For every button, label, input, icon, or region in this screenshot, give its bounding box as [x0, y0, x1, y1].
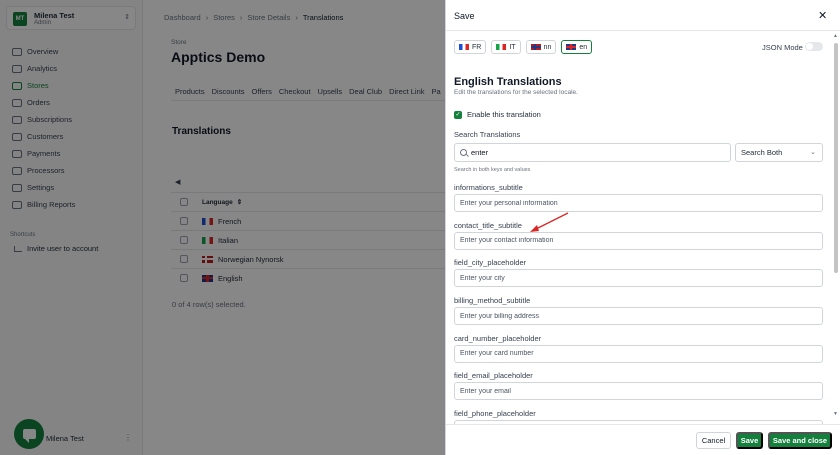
field-value-input[interactable]	[454, 231, 823, 250]
section-subheading: Edit the translations for the selected l…	[454, 89, 578, 96]
locale-label: IT	[509, 43, 516, 51]
enable-translation-checkbox[interactable]: ✓	[454, 110, 462, 119]
field-value-input[interactable]	[454, 269, 823, 288]
translation-field: billing_method_subtitle	[454, 296, 823, 334]
field-key-label: field_city_placeholder	[454, 258, 527, 268]
locale-label: nn	[543, 43, 552, 51]
save-button[interactable]: Save	[736, 432, 763, 449]
locale-fr-button[interactable]: FR	[454, 40, 487, 54]
flag-norway-icon	[530, 44, 541, 50]
field-key-label: informations_subtitle	[454, 183, 523, 192]
enable-translation-row: ✓ Enable this translation	[454, 110, 541, 119]
translation-field: informations_subtitle	[454, 183, 823, 221]
chevron-down-icon: ⌄	[810, 149, 816, 156]
close-icon[interactable]: ✕	[818, 9, 827, 22]
flag-france-icon	[459, 44, 469, 50]
translation-fields: informations_subtitle contact_title_subt…	[454, 183, 823, 424]
locale-label: FR	[472, 43, 482, 51]
field-key-label: billing_method_subtitle	[454, 296, 531, 306]
search-hint: Search in both keys and values	[454, 167, 531, 173]
search-box	[454, 143, 731, 162]
locale-switcher: FR IT nn en	[454, 40, 593, 54]
translation-field: card_number_placeholder	[454, 334, 823, 372]
translation-field: contact_title_subtitle	[454, 221, 823, 259]
section-heading: English Translations	[454, 76, 562, 88]
search-scope-select[interactable]: Search Both ⌄	[735, 143, 823, 162]
translation-field: field_phone_placeholder	[454, 409, 823, 424]
dialog-scroll-area[interactable]: FR IT nn en JSON Mode English Translatio…	[446, 31, 832, 424]
dialog-title: Save	[454, 11, 475, 21]
translation-field: field_email_placeholder	[454, 371, 823, 409]
locale-en-button[interactable]: en	[561, 40, 593, 54]
scroll-down-icon[interactable]: ▼	[833, 411, 838, 417]
scrollbar-thumb[interactable]	[834, 43, 838, 273]
dialog-footer: Cancel Save Save and close	[446, 424, 840, 455]
json-mode-toggle[interactable]	[805, 42, 823, 51]
flag-italy-icon	[496, 44, 507, 50]
dialog-scrollbar[interactable]: ▲ ▼	[833, 31, 839, 424]
field-key-label: field_email_placeholder	[454, 371, 533, 381]
locale-it-button[interactable]: IT	[491, 40, 521, 54]
json-mode-label: JSON Mode	[762, 43, 803, 52]
locale-nn-button[interactable]: nn	[525, 40, 557, 54]
field-value-input[interactable]	[454, 344, 823, 363]
search-icon	[460, 149, 467, 156]
field-key-label: contact_title_subtitle	[454, 220, 522, 230]
field-value-input[interactable]	[454, 194, 823, 212]
translations-dialog: Save ✕ FR IT nn en JSON Mode English Tra…	[445, 0, 840, 455]
search-label: Search Translations	[454, 130, 521, 139]
field-value-input[interactable]	[454, 382, 823, 401]
field-value-input[interactable]	[454, 307, 823, 326]
save-and-close-button[interactable]: Save and close	[768, 432, 832, 449]
search-scope-value: Search Both	[741, 148, 783, 157]
flag-uk-icon	[566, 44, 577, 50]
field-key-label: field_phone_placeholder	[454, 409, 536, 419]
locale-label: en	[579, 43, 588, 51]
translation-field: field_city_placeholder	[454, 258, 823, 296]
scroll-up-icon[interactable]: ▲	[833, 33, 838, 39]
search-input[interactable]	[471, 148, 721, 157]
cancel-button[interactable]: Cancel	[696, 432, 731, 449]
enable-translation-label: Enable this translation	[467, 110, 541, 119]
field-key-label: card_number_placeholder	[454, 333, 542, 343]
